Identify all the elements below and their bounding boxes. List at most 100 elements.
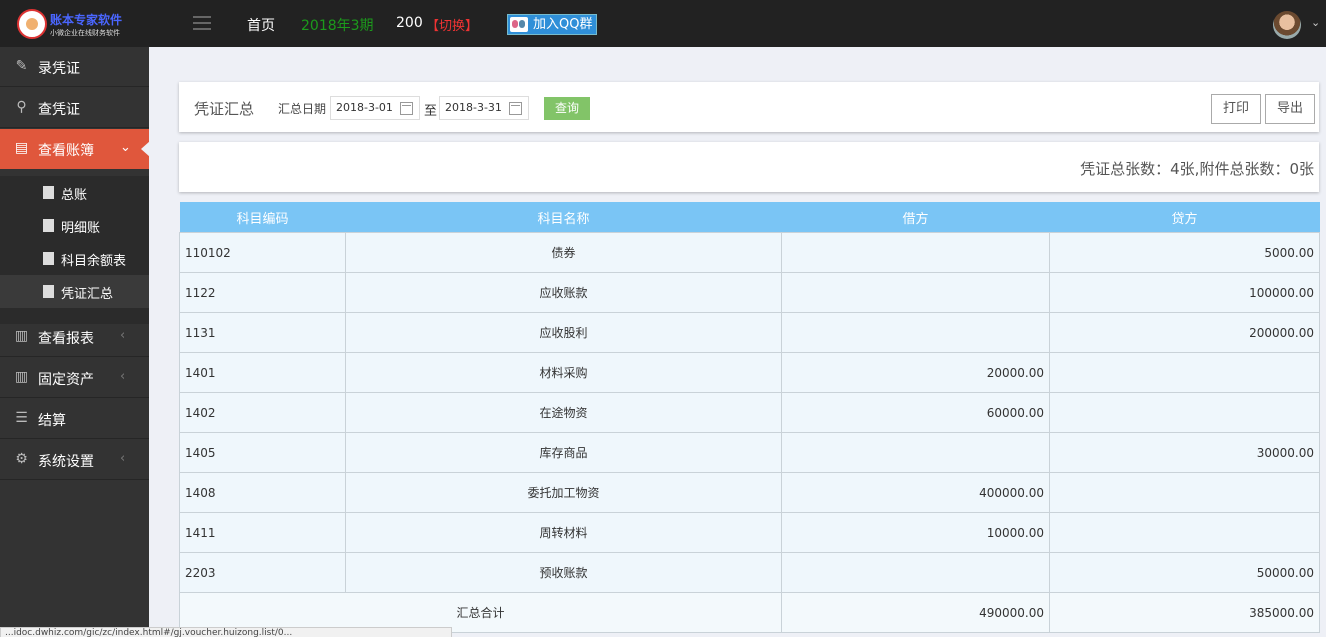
- table-row: 1401 材料采购 20000.00: [179, 352, 1320, 393]
- cell-credit: 100000.00: [1049, 272, 1320, 313]
- cell-debit: [781, 272, 1050, 313]
- sidebar-item-enter-voucher[interactable]: ✎ 录凭证: [0, 47, 149, 87]
- cell-debit: 10000.00: [781, 512, 1050, 553]
- query-button[interactable]: 查询: [544, 97, 590, 120]
- cell-account-code: 1131: [179, 312, 346, 353]
- cell-debit: [781, 552, 1050, 593]
- sidebar-item-label: 查看报表: [38, 331, 94, 347]
- switch-account-link[interactable]: 【切换】: [426, 15, 478, 34]
- cell-account-code: 1405: [179, 432, 346, 473]
- column-header-credit: 贷方: [1049, 202, 1320, 233]
- print-button[interactable]: 打印: [1211, 94, 1261, 124]
- cell-account-name: 材料采购: [345, 352, 782, 393]
- page-title: 凭证汇总: [194, 100, 255, 118]
- column-header-debit: 借方: [781, 202, 1050, 233]
- sidebar-item-view-ledgers[interactable]: ▤ 查看账簿 ⌄: [0, 129, 150, 169]
- date-range-label: 汇总日期: [278, 102, 327, 116]
- chevron-down-icon[interactable]: ⌄: [1311, 16, 1320, 29]
- table-row: 1411 周转材料 10000.00: [179, 512, 1320, 553]
- accounting-period: 2018年3期: [301, 18, 374, 34]
- cell-total-credit: 385000.00: [1049, 592, 1320, 633]
- logo-title: 账本专家软件: [50, 13, 123, 27]
- cell-account-code: 1122: [179, 272, 346, 313]
- table-row: 1405 库存商品 30000.00: [179, 432, 1320, 473]
- sidebar-item-label: 录凭证: [38, 61, 80, 77]
- end-date-value: 2018-3-31: [445, 101, 502, 114]
- submenu-ledgers: 总账 明细账 科目余额表 凭证汇总: [0, 176, 149, 324]
- sidebar-item-settlement[interactable]: ☰ 结算: [0, 399, 149, 439]
- calendar-icon[interactable]: [400, 102, 413, 115]
- sidebar-item-label: 查看账簿: [38, 143, 94, 159]
- cell-account-name: 应收股利: [345, 312, 782, 353]
- end-date-field[interactable]: 2018-3-31: [439, 96, 529, 120]
- table-row: 1122 应收账款 100000.00: [179, 272, 1320, 313]
- column-header-account-code: 科目编码: [179, 202, 346, 233]
- sidebar-subitem-label: 总账: [61, 188, 88, 203]
- cell-account-code: 1411: [179, 512, 346, 553]
- logo-mascot-icon: [17, 9, 47, 39]
- sidebar-item-label: 系统设置: [38, 454, 94, 470]
- cell-account-code: 1402: [179, 392, 346, 433]
- table-row: 1131 应收股利 200000.00: [179, 312, 1320, 353]
- cell-credit: 200000.00: [1049, 312, 1320, 353]
- table-row: 2203 预收账款 50000.00: [179, 552, 1320, 593]
- cell-credit: 30000.00: [1049, 432, 1320, 473]
- cell-account-code: 1408: [179, 472, 346, 513]
- to-label: 至: [424, 104, 438, 119]
- sidebar-subitem-label: 明细账: [61, 221, 101, 236]
- sidebar-item-system-settings[interactable]: ⚙ 系统设置 ‹: [0, 440, 149, 480]
- list-icon: [43, 285, 54, 298]
- logo[interactable]: 账本专家软件 小微企业在线财务软件: [17, 9, 137, 41]
- cell-debit: [781, 232, 1050, 273]
- chevron-left-icon: ‹: [120, 451, 126, 466]
- cell-account-code: 1401: [179, 352, 346, 393]
- cell-account-name: 周转材料: [345, 512, 782, 553]
- hamburger-menu-icon[interactable]: [193, 16, 211, 30]
- table-row: 1408 委托加工物资 400000.00: [179, 472, 1320, 513]
- sidebar-subitem-detail-ledger[interactable]: 明细账: [0, 209, 149, 242]
- bar-chart-icon: ▥: [14, 369, 29, 385]
- voucher-count-summary: 凭证总张数：4张,附件总张数：0张: [1080, 160, 1314, 178]
- cell-credit: 5000.00: [1049, 232, 1320, 273]
- nav-home-link[interactable]: 首页: [247, 15, 275, 35]
- search-icon: ⚲: [16, 99, 27, 115]
- top-bar: 账本专家软件 小微企业在线财务软件 首页 2018年3期 200 【切换】 加入…: [0, 0, 1326, 47]
- join-qq-group-button[interactable]: 加入QQ群: [507, 14, 597, 35]
- cell-credit: [1049, 352, 1320, 393]
- column-header-account-name: 科目名称: [345, 202, 782, 233]
- table-row: 110102 债券 5000.00: [179, 232, 1320, 273]
- sidebar-subitem-label: 科目余额表: [61, 254, 127, 269]
- chevron-down-icon: ⌄: [120, 140, 131, 155]
- chevron-left-icon: ‹: [120, 328, 126, 343]
- cell-credit: [1049, 392, 1320, 433]
- cell-debit: 20000.00: [781, 352, 1050, 393]
- sidebar: ✎ 录凭证 ⚲ 查凭证 ▤ 查看账簿 ⌄ 总账 明细账 科目余额表 凭证汇总 ▥…: [0, 47, 150, 637]
- sidebar-subitem-general-ledger[interactable]: 总账: [0, 176, 149, 209]
- book-icon: ▤: [14, 140, 29, 156]
- start-date-field[interactable]: 2018-3-01: [330, 96, 420, 120]
- cell-credit: 50000.00: [1049, 552, 1320, 593]
- sidebar-subitem-account-balance[interactable]: 科目余额表: [0, 242, 149, 275]
- sidebar-item-view-reports[interactable]: ▥ 查看报表 ‹: [0, 317, 149, 357]
- cell-account-code: 2203: [179, 552, 346, 593]
- list-icon: ☰: [15, 410, 28, 426]
- active-pointer: [141, 141, 150, 157]
- calendar-icon[interactable]: [509, 102, 522, 115]
- export-button[interactable]: 导出: [1265, 94, 1315, 124]
- user-avatar[interactable]: [1273, 11, 1301, 39]
- join-qq-group-label: 加入QQ群: [533, 17, 593, 32]
- cell-credit: [1049, 472, 1320, 513]
- table-row: 1402 在途物资 60000.00: [179, 392, 1320, 433]
- browser-status-bar: ...idoc.dwhiz.com/gic/zc/index.html#/gj.…: [0, 627, 452, 637]
- sidebar-subitem-label: 凭证汇总: [61, 287, 114, 302]
- cell-debit: [781, 312, 1050, 353]
- qq-group-icon: [510, 17, 528, 32]
- sidebar-item-search-voucher[interactable]: ⚲ 查凭证: [0, 88, 149, 128]
- cell-account-name: 预收账款: [345, 552, 782, 593]
- edit-icon: ✎: [15, 58, 28, 74]
- sidebar-subitem-voucher-summary[interactable]: 凭证汇总: [0, 275, 149, 308]
- sidebar-item-fixed-assets[interactable]: ▥ 固定资产 ‹: [0, 358, 149, 398]
- cell-account-name: 债券: [345, 232, 782, 273]
- cell-credit: [1049, 512, 1320, 553]
- cell-account-code: 110102: [179, 232, 346, 273]
